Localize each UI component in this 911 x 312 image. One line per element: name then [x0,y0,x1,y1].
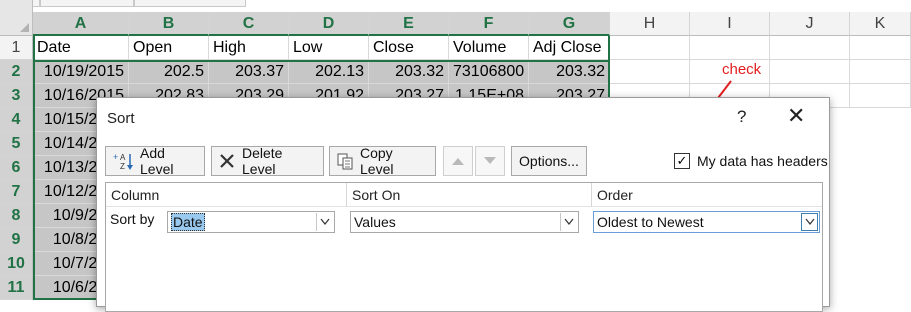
empty-cell[interactable] [610,60,690,84]
move-down-icon [483,156,497,166]
column-header-i[interactable]: I [690,12,770,36]
data-cell[interactable]: 10/19/2015 [33,60,129,84]
column-header-h[interactable]: H [610,12,690,36]
ribbon-tab-edge [134,0,246,7]
delete-level-label: Delete Level [242,145,283,177]
empty-cell[interactable] [850,60,911,84]
row-header-8[interactable]: 8 [0,204,33,228]
row-header-2[interactable]: 2 [0,60,33,84]
column-header-e[interactable]: E [369,12,449,36]
row-header-10[interactable]: 10 [0,252,33,276]
empty-cell[interactable] [770,36,850,60]
header-cell-high[interactable]: High [209,36,289,60]
row-header-5[interactable]: 5 [0,132,33,156]
copy-level-button[interactable]: Copy Level [329,145,436,177]
svg-text:A: A [120,153,126,162]
order-select[interactable]: Oldest to Newest [593,211,820,233]
data-cell[interactable]: 73106800 [449,60,529,84]
copy-icon [336,152,354,170]
svg-text:+: + [113,152,118,162]
row-header-3[interactable]: 3 [0,84,33,108]
column-header-f[interactable]: F [449,12,529,36]
move-down-button[interactable] [475,146,505,176]
empty-cell[interactable] [770,60,850,84]
row-header-11[interactable]: 11 [0,276,33,300]
sort-on-select-value: Values [354,214,396,230]
grid-header-order: Order [592,183,822,207]
column-header-c[interactable]: C [209,12,289,36]
header-cell-date[interactable]: Date [33,36,129,60]
svg-text:Z: Z [120,162,125,171]
select-all-corner[interactable] [0,0,33,36]
header-cell-volume[interactable]: Volume [449,36,529,60]
sort-on-select[interactable]: Values [350,211,579,233]
headers-checkbox[interactable]: ✓ [674,153,690,169]
add-level-button[interactable]: + A Z Add Level [105,145,205,177]
options-label: Options... [519,153,579,169]
ribbon-tab-edge [40,0,134,7]
row-header-4[interactable]: 4 [0,108,33,132]
column-header-a[interactable]: A [33,12,129,36]
header-cell-open[interactable]: Open [129,36,209,60]
add-level-label: Add Level [140,145,174,177]
chevron-down-icon[interactable] [316,213,333,231]
data-cell[interactable]: 202.13 [289,60,369,84]
move-up-icon [451,156,465,166]
column-select-value: Date [171,213,205,231]
copy-level-label: Copy Level [360,145,394,177]
delete-x-icon [218,152,236,170]
sort-by-label: Sort by [110,211,155,227]
row-header-1[interactable]: 1 [0,36,33,60]
move-up-button[interactable] [443,146,473,176]
add-level-icon: + A Z [112,151,134,171]
header-cell-low[interactable]: Low [289,36,369,60]
sort-levels-grid: Column Sort On Order Sort by Date Values… [105,182,823,312]
column-header-j[interactable]: J [770,12,850,36]
chevron-down-icon[interactable] [801,213,818,231]
header-cell-adj-close[interactable]: Adj Close [529,36,610,60]
data-cell[interactable]: 203.37 [209,60,289,84]
delete-level-button[interactable]: Delete Level [211,145,324,177]
column-header-b[interactable]: B [129,12,209,36]
chevron-down-icon[interactable] [560,213,577,231]
data-cell[interactable]: 202.5 [129,60,209,84]
row-header-6[interactable]: 6 [0,156,33,180]
headers-checkbox-label[interactable]: My data has headers [697,153,828,169]
data-cell[interactable]: 203.32 [529,60,610,84]
empty-cell[interactable] [610,36,690,60]
grid-header-sort-on: Sort On [347,183,592,207]
sort-dialog: Sort ? ✕ + A Z Add Level Delete Level Co… [96,97,830,312]
column-select[interactable]: Date [167,211,335,233]
row-header-7[interactable]: 7 [0,180,33,204]
empty-cell[interactable] [850,36,911,60]
dialog-title: Sort [107,110,135,127]
ribbon-edge [0,0,911,12]
column-header-d[interactable]: D [289,12,369,36]
order-select-value: Oldest to Newest [597,214,704,230]
close-button[interactable]: ✕ [787,105,805,127]
column-header-g[interactable]: G [529,12,610,36]
options-button[interactable]: Options... [511,146,587,176]
empty-cell[interactable] [690,36,770,60]
grid-header-column: Column [106,183,347,207]
data-cell[interactable]: 203.32 [369,60,449,84]
column-header-k[interactable]: K [850,12,911,36]
help-button[interactable]: ? [737,107,746,127]
header-cell-close[interactable]: Close [369,36,449,60]
empty-cell[interactable] [850,84,911,108]
row-header-9[interactable]: 9 [0,228,33,252]
